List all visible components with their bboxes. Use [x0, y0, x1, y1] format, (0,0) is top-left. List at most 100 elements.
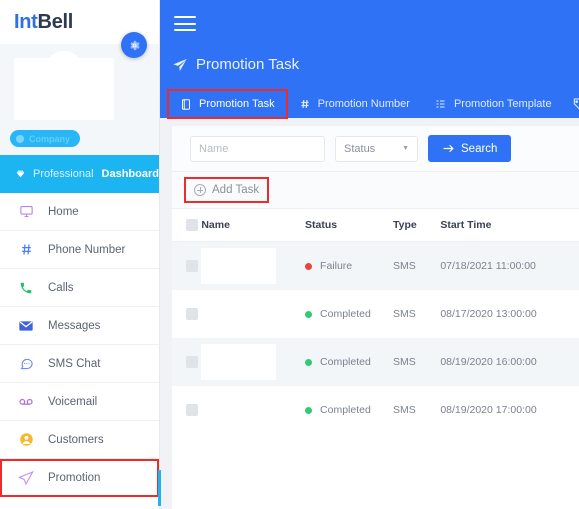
cell-name: [201, 290, 306, 338]
row-checkbox[interactable]: [186, 260, 198, 272]
task-panel: Name Status ▼ Search Add Task Name Statu…: [172, 126, 579, 509]
hamburger-icon[interactable]: [174, 16, 196, 31]
hash-icon: [301, 99, 309, 109]
tag-icon: [573, 98, 579, 110]
column-header-type[interactable]: Type: [392, 209, 441, 242]
cell-name: [201, 338, 306, 386]
cell-type: SMS: [392, 338, 441, 386]
tab-bar: Promotion Task Promotion Number Promotio…: [160, 88, 579, 119]
add-task-label: Add Task: [212, 184, 260, 196]
table-row[interactable]: Failure SMS 07/18/2021 11:00:00: [172, 241, 579, 290]
gear-icon: [129, 40, 140, 50]
column-header-name[interactable]: Name: [201, 209, 306, 242]
table-header-row: Name Status Type Start Time F: [172, 209, 579, 242]
user-circle-icon: [18, 432, 34, 448]
select-all-checkbox[interactable]: [186, 219, 198, 231]
status-dot-icon: [305, 262, 313, 270]
status-dot-icon: [305, 310, 313, 318]
row-select-cell[interactable]: [172, 241, 202, 290]
paper-plane-icon: [173, 58, 187, 71]
sidebar-item-promotion[interactable]: Promotion: [0, 459, 159, 497]
redacted-name: [201, 344, 277, 380]
cell-status: Failure: [305, 241, 393, 290]
column-header-status[interactable]: Status: [305, 209, 393, 242]
row-checkbox[interactable]: [186, 308, 198, 320]
sidebar-item-label: SMS Chat: [48, 357, 101, 370]
arrow-right-icon: [443, 144, 454, 153]
sidebar-item-voicemail[interactable]: Voicemail: [0, 383, 159, 421]
select-all-header[interactable]: [172, 209, 202, 242]
table-row[interactable]: Completed SMS 08/19/2020 16:00:00 0: [172, 338, 579, 386]
tab-promotion-number[interactable]: Promotion Number: [287, 90, 422, 118]
book-icon: [182, 98, 190, 110]
sidebar-item-label: Promotion: [48, 471, 101, 484]
company-badge[interactable]: Company: [10, 130, 81, 147]
hash-icon: [18, 242, 34, 258]
status-dot-icon: [305, 358, 313, 366]
professional-dashboard-bold-label: Dashboard: [101, 168, 159, 180]
cell-start-time: 07/18/2021 11:00:00: [440, 241, 579, 290]
tab-promotion-task[interactable]: Promotion Task: [167, 89, 288, 119]
voicemail-icon: [18, 394, 34, 410]
add-task-button[interactable]: Add Task: [183, 177, 270, 203]
sidebar-item-sms-chat[interactable]: SMS Chat: [0, 345, 159, 383]
sidebar-item-phone-number[interactable]: Phone Number: [0, 231, 159, 269]
row-select-cell[interactable]: [172, 386, 202, 434]
filter-bar: Name Status ▼ Search: [172, 126, 579, 172]
top-header: Promotion Task Promotion Task Promotion …: [160, 0, 579, 119]
cell-type: SMS: [392, 241, 441, 290]
table-row[interactable]: Completed SMS 08/19/2020 17:00:00 0: [172, 386, 579, 434]
envelope-icon: [18, 318, 34, 334]
sidebar-item-home[interactable]: Home: [0, 193, 159, 231]
promotion-task-table: Name Status Type Start Time Failure SMS …: [172, 209, 579, 434]
brand-logo-part1: Int: [14, 10, 38, 33]
search-button-label: Search: [461, 142, 498, 155]
company-badge-label: Company: [29, 133, 71, 144]
sidebar-item-calls[interactable]: Calls: [0, 269, 159, 307]
main-content: Promotion Task Promotion Task Promotion …: [160, 0, 579, 509]
cell-name: [201, 386, 306, 434]
tab-promotion-template[interactable]: Promotion Template: [422, 90, 564, 118]
brand-logo-part2: Bell: [37, 10, 74, 33]
cell-type: SMS: [392, 290, 441, 338]
tab-tag[interactable]: [564, 90, 579, 118]
list-icon: [436, 100, 445, 108]
status-label: Completed: [320, 308, 371, 320]
sidebar-item-customers[interactable]: Customers: [0, 421, 159, 459]
row-checkbox[interactable]: [186, 404, 198, 416]
settings-fab-button[interactable]: [121, 32, 147, 58]
chat-bubble-icon: [18, 356, 34, 372]
monitor-icon: [18, 204, 34, 220]
redacted-name: [201, 296, 277, 332]
table-head: Name Status Type Start Time F: [172, 209, 579, 242]
sidebar-item-label: Customers: [48, 433, 104, 446]
sidebar-nav: Home Phone Number Calls Messages SMS Cha…: [0, 193, 159, 497]
row-select-cell[interactable]: [172, 338, 202, 386]
cell-type: SMS: [392, 386, 441, 434]
cell-status: Completed: [305, 386, 393, 434]
sidebar: IntBell Company Professional Dashboard: [0, 0, 161, 509]
sidebar-item-label: Phone Number: [48, 243, 126, 256]
row-checkbox[interactable]: [186, 356, 198, 368]
column-header-start-time[interactable]: Start Time: [440, 209, 579, 242]
table-row[interactable]: Completed SMS 08/17/2020 13:00:00 0: [172, 290, 579, 338]
sidebar-item-label: Home: [48, 205, 79, 218]
table-toolbar: Add Task: [172, 172, 579, 209]
row-select-cell[interactable]: [172, 290, 202, 338]
status-label: Failure: [320, 260, 353, 272]
search-button[interactable]: Search: [428, 135, 512, 162]
cell-name: [201, 241, 306, 290]
tab-label: Promotion Number: [317, 98, 410, 110]
cell-status: Completed: [305, 338, 393, 386]
status-select-label: Status: [344, 142, 376, 155]
status-label: Completed: [320, 404, 371, 416]
diamond-icon: [16, 170, 25, 178]
cell-status: Completed: [305, 290, 393, 338]
sidebar-item-messages[interactable]: Messages: [0, 307, 159, 345]
page-title: Promotion Task: [172, 56, 299, 73]
tab-label: Promotion Template: [453, 98, 552, 110]
search-name-input[interactable]: Name: [190, 135, 325, 162]
profile-block: Company: [0, 32, 159, 155]
professional-dashboard-banner[interactable]: Professional Dashboard: [0, 155, 159, 193]
status-select[interactable]: Status ▼: [335, 135, 418, 162]
